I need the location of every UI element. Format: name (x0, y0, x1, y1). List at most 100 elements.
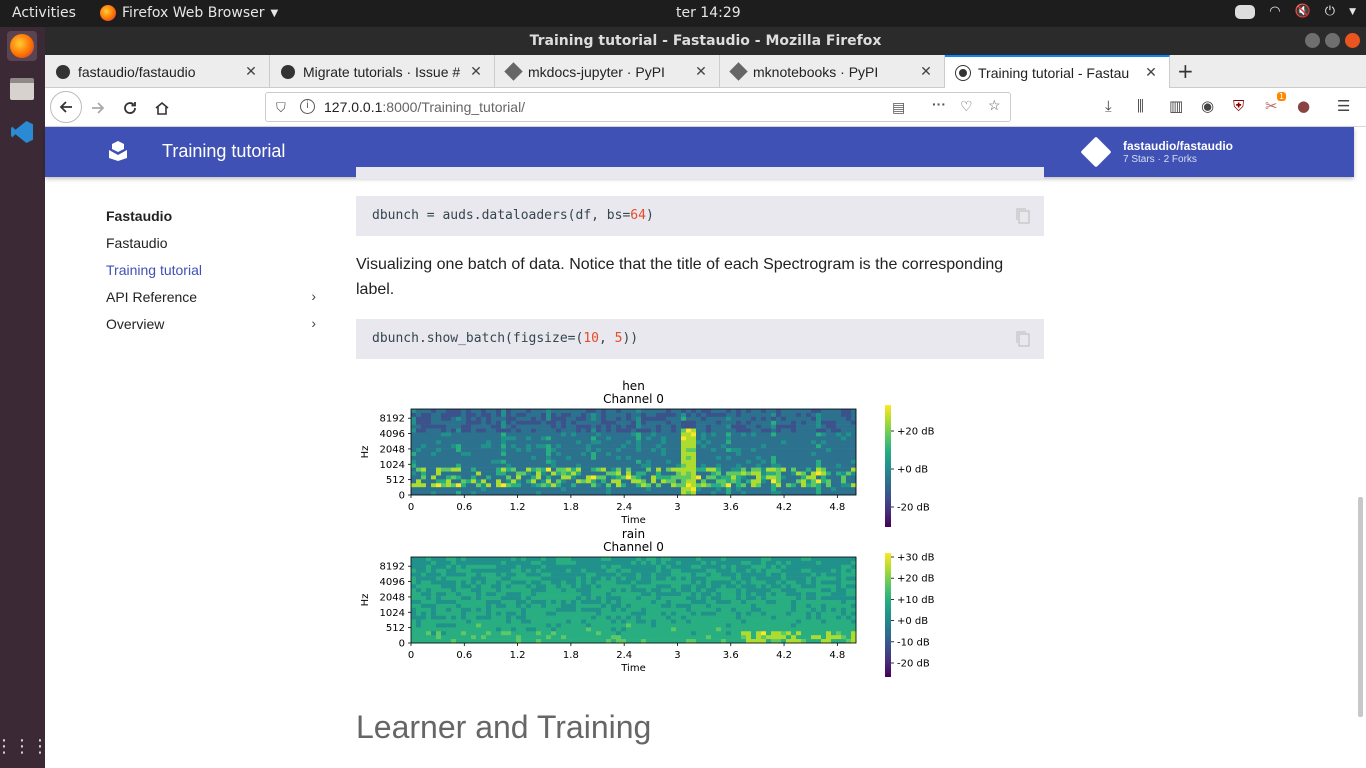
spectrogram-cell (506, 584, 512, 589)
book-icon[interactable] (109, 141, 127, 161)
copy-icon[interactable] (1016, 331, 1032, 347)
spectrogram-cell (736, 455, 742, 461)
spectrogram-cell (636, 487, 642, 492)
tab-training-tutorial[interactable]: Training tutorial - Fastau ✕ (945, 55, 1170, 88)
reader-view-icon[interactable]: ▤ (892, 99, 905, 116)
tab-fastaudio-github[interactable]: fastaudio/fastaudio ✕ (45, 55, 270, 88)
close-icon[interactable]: ✕ (241, 63, 261, 80)
spectrogram-cell (641, 588, 647, 593)
close-icon[interactable]: ✕ (466, 63, 486, 80)
spectrogram-cell (676, 584, 682, 589)
files-launcher[interactable] (7, 74, 37, 104)
spectrogram-cell (606, 600, 612, 605)
spectrogram-cell (811, 409, 817, 414)
spectrogram-cell (536, 416, 542, 422)
spectrogram-cell (716, 420, 722, 425)
app-menu[interactable]: Firefox Web Browser ▼ (100, 5, 278, 21)
url-bar[interactable]: ⛉ i 127.0.0.1:8000/Training_tutorial/ ▤ … (265, 92, 1011, 122)
spectrogram-cell (586, 416, 592, 422)
spectrogram-cell (491, 596, 497, 601)
maximize-button[interactable] (1325, 33, 1340, 48)
ublock-icon[interactable]: ⛨ (1233, 97, 1244, 115)
git-icon[interactable] (1080, 136, 1112, 168)
spectrogram-cell (516, 448, 522, 453)
spectrogram-cell (626, 631, 632, 636)
spectrogram-cell (486, 475, 492, 480)
sidebar-item-training-tutorial[interactable]: Training tutorial (106, 257, 316, 284)
spectrogram-cell (531, 588, 537, 593)
spectrogram-cell (436, 455, 442, 461)
spectrogram-cell (591, 448, 597, 453)
home-button[interactable] (149, 95, 175, 121)
pocket-icon[interactable]: ♡ (960, 98, 973, 115)
reload-button[interactable] (117, 95, 143, 121)
activities-button[interactable]: Activities (12, 5, 76, 21)
tab-migrate-tutorials[interactable]: Migrate tutorials · Issue # ✕ (270, 55, 495, 88)
spectrogram-cell (586, 584, 592, 589)
discord-icon[interactable] (1235, 4, 1256, 19)
close-icon[interactable]: ✕ (691, 63, 711, 80)
spectrogram-cell (791, 627, 797, 632)
spectrogram-cell (511, 487, 517, 492)
spectrogram-cell (641, 615, 647, 620)
tab-mkdocs-jupyter[interactable]: mkdocs-jupyter · PyPI ✕ (495, 55, 720, 88)
bookmark-star-icon[interactable]: ☆ (988, 97, 1001, 114)
spectrogram-cell (461, 560, 467, 566)
firefox-launcher[interactable] (7, 31, 37, 61)
spectrogram-cell (746, 576, 752, 581)
spectrogram-cell (601, 568, 607, 573)
clock[interactable]: ter 14:29 (676, 5, 741, 21)
close-icon[interactable]: ✕ (1141, 64, 1161, 81)
spectrogram-cell (411, 409, 417, 414)
spectrogram-cell (501, 560, 507, 566)
show-apps-button[interactable]: ⋮⋮⋮ (0, 731, 49, 761)
spectrogram-cell (511, 596, 517, 601)
spectrogram-cell (681, 623, 687, 628)
close-icon[interactable]: ✕ (916, 63, 936, 80)
info-icon[interactable]: i (300, 99, 315, 114)
close-window-button[interactable] (1345, 33, 1360, 48)
extension-icon[interactable]: ✂ (1265, 97, 1278, 115)
spectrogram-cell (481, 463, 487, 468)
spectrogram-cell (681, 603, 687, 609)
spectrogram-cell (651, 432, 657, 437)
spectrogram-cell (721, 452, 727, 457)
new-tab-button[interactable]: + (1177, 59, 1194, 83)
account-icon[interactable]: ◉ (1201, 97, 1214, 115)
sidebar-icon[interactable]: ▥ (1169, 97, 1183, 115)
menu-icon[interactable]: ☰ (1337, 97, 1350, 115)
back-button[interactable] (50, 91, 82, 123)
repo-link[interactable]: fastaudio/fastaudio 7 Stars · 2 Forks (1123, 139, 1233, 165)
spectrogram-cell (671, 603, 677, 609)
cookie-icon[interactable]: ● (1297, 97, 1310, 115)
spectrogram-cell (851, 572, 857, 577)
page-actions-icon[interactable]: ··· (932, 96, 946, 112)
downloads-icon[interactable]: ⤓ (1105, 97, 1112, 115)
sidebar-item-fastaudio[interactable]: Fastaudio (106, 230, 316, 257)
spectrogram-cell (561, 428, 567, 433)
spectrogram-cell (476, 483, 482, 488)
sidebar-item-api-reference[interactable]: API Reference › (106, 284, 316, 311)
spectrogram-cell (466, 412, 472, 418)
vscode-launcher[interactable] (7, 117, 37, 147)
minimize-button[interactable] (1305, 33, 1320, 48)
page-scrollbar[interactable] (1358, 497, 1363, 717)
forward-button[interactable] (85, 95, 111, 121)
spectrogram-cell (711, 487, 717, 492)
system-tray[interactable]: ◠ 🔇 ⏻ ▼ (1235, 4, 1356, 19)
spectrogram-cell (486, 623, 492, 628)
sidebar-item-overview[interactable]: Overview › (106, 311, 316, 338)
spectrogram-cell (511, 576, 517, 581)
copy-icon[interactable] (1016, 208, 1032, 224)
spectrogram-cell (486, 487, 492, 492)
spectrogram-cell (746, 487, 752, 492)
spectrogram-cell (601, 432, 607, 437)
spectrogram-cell (826, 416, 832, 422)
tab-mknotebooks[interactable]: mknotebooks · PyPI ✕ (720, 55, 945, 88)
spectrogram-cell (676, 600, 682, 605)
library-icon[interactable]: ⫼ (1137, 97, 1144, 115)
spectrogram-cell (506, 440, 512, 445)
shield-icon[interactable]: ⛉ (276, 100, 286, 116)
spectrogram-cell (666, 615, 672, 620)
spectrogram-cell (576, 467, 582, 472)
